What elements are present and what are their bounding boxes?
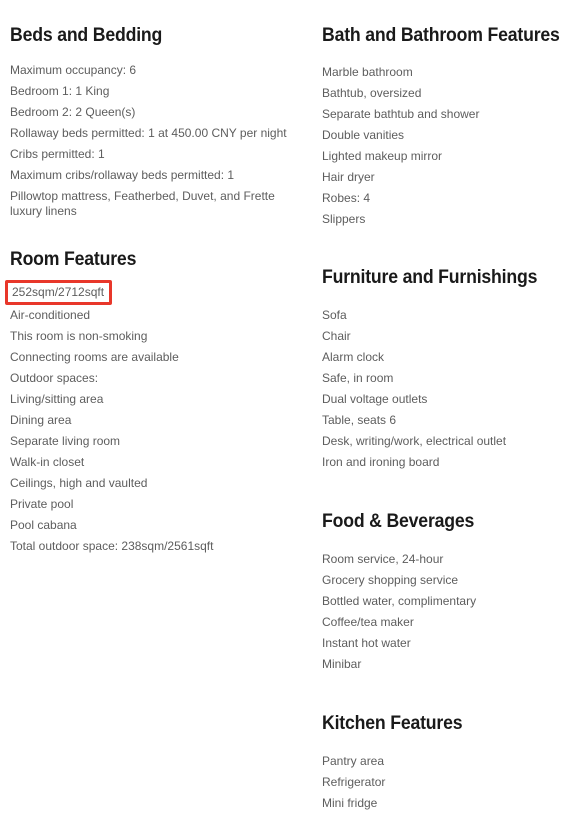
list-item-highlighted-wrapper: 252sqm/2712sqft [5, 280, 300, 305]
list-item: Walk-in closet [10, 455, 85, 469]
list-item: Mini fridge [322, 796, 378, 810]
list-item: Lighted makeup mirror [322, 149, 443, 163]
list-item: Pillowtop mattress, Featherbed, Duvet, a… [10, 189, 275, 218]
section-heading-furniture-and-furnishings: Furniture and Furnishings [322, 267, 538, 288]
feature-list-furniture-and-furnishings: Sofa Chair Alarm clock Safe, in room Dua… [322, 289, 571, 473]
section-room-features: Room Features 252sqm/2712sqft Air-condit… [5, 222, 300, 557]
section-heading-bath-and-bathroom-features: Bath and Bathroom Features [322, 25, 560, 46]
list-item: Dual voltage outlets [322, 392, 428, 406]
list-item: Total outdoor space: 238sqm/2561sqft [10, 539, 214, 553]
list-item: This room is non-smoking [10, 329, 148, 343]
section-furniture-and-furnishings: Furniture and Furnishings Sofa Chair Ala… [322, 230, 571, 473]
list-item: Grocery shopping service [322, 573, 459, 587]
list-item: Private pool [10, 497, 74, 511]
list-item: Pool cabana [10, 518, 77, 532]
list-item: Rollaway beds permitted: 1 at 450.00 CNY… [10, 126, 287, 140]
feature-list-beds-and-bedding: Maximum occupancy: 6 Bedroom 1: 1 King B… [10, 47, 300, 222]
left-column: Beds and Bedding Maximum occupancy: 6 Be… [5, 0, 300, 557]
section-heading-beds-and-bedding: Beds and Bedding [10, 25, 163, 46]
list-item: Living/sitting area [10, 392, 104, 406]
list-item: Cribs permitted: 1 [10, 147, 105, 161]
list-item: Alarm clock [322, 350, 385, 364]
list-item: Bedroom 2: 2 Queen(s) [10, 105, 136, 119]
list-item: Safe, in room [322, 371, 394, 385]
list-item: Maximum occupancy: 6 [10, 63, 137, 77]
list-item: Dining area [10, 413, 72, 427]
list-item: Slippers [322, 212, 366, 226]
section-heading-room-features: Room Features [10, 249, 137, 270]
right-column: Bath and Bathroom Features Marble bathro… [322, 0, 571, 814]
list-item: Sofa [322, 308, 347, 322]
list-item: Bathtub, oversized [322, 86, 422, 100]
section-heading-kitchen-features: Kitchen Features [322, 713, 463, 734]
list-item: Marble bathroom [322, 65, 413, 79]
list-item: Air-conditioned [10, 308, 91, 322]
list-item: Maximum cribs/rollaway beds permitted: 1 [10, 168, 235, 182]
feature-list-food-and-beverages: Room service, 24-hour Grocery shopping s… [322, 533, 571, 675]
section-food-and-beverages: Food & Beverages Room service, 24-hour G… [322, 473, 571, 675]
list-item: Bedroom 1: 1 King [10, 84, 110, 98]
section-kitchen-features: Kitchen Features Pantry area Refrigerato… [322, 675, 571, 814]
section-beds-and-bedding: Beds and Bedding Maximum occupancy: 6 Be… [10, 0, 300, 222]
list-item: Hair dryer [322, 170, 375, 184]
list-item: Ceilings, high and vaulted [10, 476, 148, 490]
list-item: Instant hot water [322, 636, 411, 650]
room-size-highlight: 252sqm/2712sqft [5, 280, 113, 305]
list-item: Connecting rooms are available [10, 350, 179, 364]
list-item: Separate bathtub and shower [322, 107, 480, 121]
list-item: Room service, 24-hour [322, 552, 444, 566]
room-amenities-page: Beds and Bedding Maximum occupancy: 6 Be… [0, 0, 571, 810]
list-item: Coffee/tea maker [322, 615, 414, 629]
list-item: Bottled water, complimentary [322, 594, 477, 608]
list-item: Refrigerator [322, 775, 386, 789]
section-bath-and-bathroom-features: Bath and Bathroom Features Marble bathro… [322, 0, 571, 230]
list-item: Minibar [322, 657, 362, 671]
list-item: Desk, writing/work, electrical outlet [322, 434, 507, 448]
feature-list-kitchen-features: Pantry area Refrigerator Mini fridge [322, 735, 571, 814]
list-item: Double vanities [322, 128, 405, 142]
list-item: Table, seats 6 [322, 413, 397, 427]
list-item: Outdoor spaces: [10, 371, 99, 385]
feature-list-bath-and-bathroom-features: Marble bathroom Bathtub, oversized Separ… [322, 47, 571, 230]
list-item: Iron and ironing board [322, 455, 440, 469]
section-heading-food-and-beverages: Food & Beverages [322, 511, 475, 532]
list-item: Chair [322, 329, 351, 343]
list-item: Robes: 4 [322, 191, 371, 205]
list-item: Pantry area [322, 754, 385, 768]
list-item: Separate living room [10, 434, 121, 448]
feature-list-room-features: 252sqm/2712sqft Air-conditioned This roo… [5, 271, 300, 557]
